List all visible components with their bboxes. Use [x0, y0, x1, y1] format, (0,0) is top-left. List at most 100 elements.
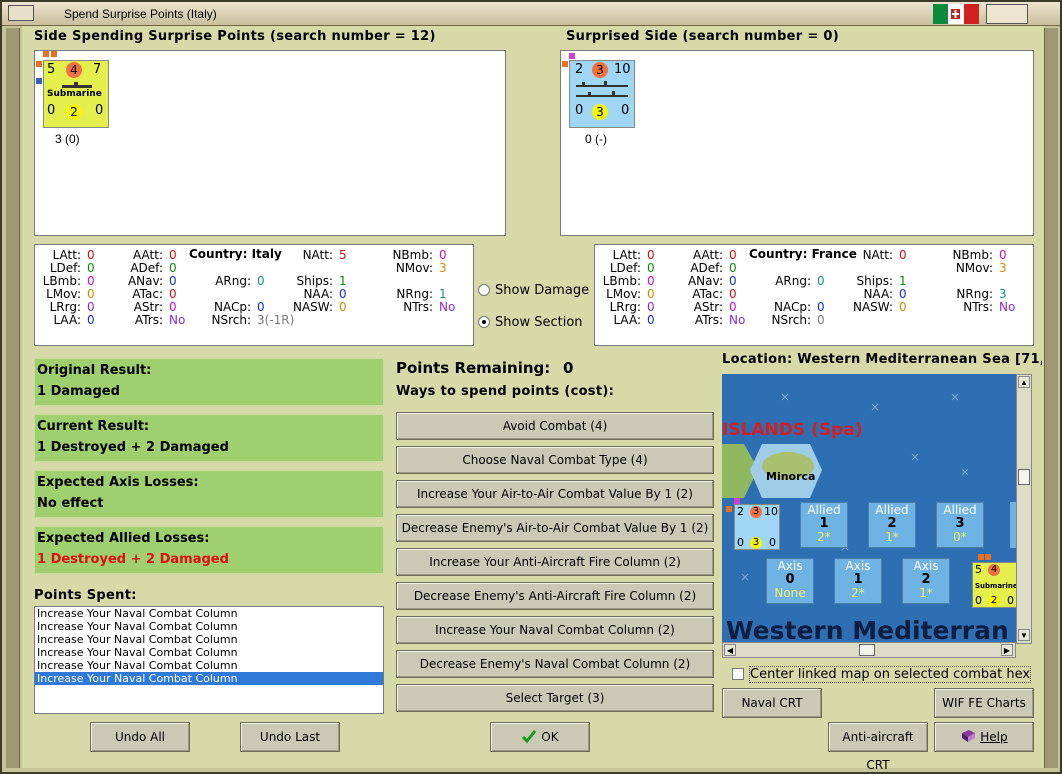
france-naval-unit-counter[interactable]: 2 3 10 0 3 0 — [569, 60, 635, 128]
stat-value: 0 — [87, 274, 95, 288]
allied-target-box[interactable]: Allied 1 2* — [800, 502, 848, 548]
system-menu-button[interactable] — [8, 5, 34, 21]
map-vertical-scrollbar[interactable]: ▲ ▼ — [1016, 374, 1032, 644]
title-bar: Spend Surprise Points (Italy) — [2, 2, 1060, 26]
spend-option-button[interactable]: Decrease Enemy's Naval Combat Column (2) — [396, 650, 714, 678]
stat-key: LRrg: — [49, 300, 81, 314]
show-damage-radio[interactable]: Show Damage — [478, 282, 590, 300]
map-unit-stat-3: 0 — [1007, 594, 1014, 607]
map-submarine-unit[interactable]: 5 4 Submarine 0 2 0 — [972, 562, 1016, 608]
undo-last-button[interactable]: Undo Last — [240, 722, 340, 752]
submarine-unit-counter[interactable]: 5 4 7 Submarine 0 2 0 — [43, 60, 109, 128]
stat-value: 0 — [339, 287, 347, 301]
minorca-label: Minorca — [766, 470, 816, 483]
marker-icon — [985, 554, 991, 560]
anti-aircraft-crt-button[interactable]: Anti-aircraft CRT — [828, 722, 928, 772]
content-area: Side Spending Surprise Points (search nu… — [22, 26, 1044, 772]
spent-list-item[interactable]: Increase Your Naval Combat Column — [35, 620, 383, 633]
box-side: Allied — [807, 503, 841, 517]
axis-target-box[interactable]: Axis 0 None — [766, 558, 814, 604]
spend-option-button[interactable]: Avoid Combat (4) — [396, 412, 714, 440]
spending-side-units-panel[interactable]: 5 4 7 Submarine 0 2 0 3 (0) — [34, 50, 506, 236]
scroll-left-icon[interactable]: ◀ — [724, 644, 736, 656]
allied-target-box[interactable]: Allied 3 0* — [936, 502, 984, 548]
map-horizontal-scrollbar[interactable]: ◀ ▶ — [722, 642, 1016, 658]
ok-button[interactable]: OK — [490, 722, 590, 752]
allied-target-box[interactable]: Allied 2 1* — [868, 502, 916, 548]
unit-circle-value: 3 — [592, 62, 608, 78]
scroll-thumb[interactable] — [859, 644, 875, 656]
stat-value: 0 — [87, 313, 95, 327]
stat-value: 0 — [87, 300, 95, 314]
window-title: Spend Surprise Points (Italy) — [64, 7, 217, 21]
stat-value: 0 — [729, 287, 737, 301]
stat-key: Ships: — [856, 274, 893, 288]
stat-key: LMov: — [46, 287, 81, 301]
naval-crt-button[interactable]: Naval CRT — [722, 688, 822, 718]
axis-target-box[interactable]: Axis 2 1* — [902, 558, 950, 604]
center-map-checkbox[interactable]: Center linked map on selected combat hex — [732, 666, 1034, 684]
points-spent-list[interactable]: Increase Your Naval Combat Column Increas… — [34, 606, 384, 714]
undo-all-button[interactable]: Undo All — [90, 722, 190, 752]
allied-losses-label: Expected Allied Losses: — [37, 531, 210, 546]
current-result-box: Current Result: 1 Destroyed + 2 Damaged — [34, 414, 384, 462]
spend-option-button[interactable]: Increase Your Air-to-Air Combat Value By… — [396, 480, 714, 508]
unit-attack: 5 — [47, 62, 56, 77]
dialog-window: Spend Surprise Points (Italy) Side Spend… — [0, 0, 1062, 774]
unit-attack: 2 — [575, 62, 584, 77]
scroll-up-icon[interactable]: ▲ — [1018, 376, 1030, 388]
spent-list-item[interactable]: Increase Your Naval Combat Column — [35, 672, 383, 685]
spent-list-item[interactable]: Increase Your Naval Combat Column — [35, 607, 383, 620]
spent-list-item[interactable]: Increase Your Naval Combat Column — [35, 633, 383, 646]
scroll-thumb[interactable] — [1018, 469, 1030, 485]
stat-key: AAtt: — [693, 248, 723, 262]
box-number: 2 — [921, 572, 931, 587]
spending-side-heading: Side Spending Surprise Points (search nu… — [34, 29, 436, 44]
stat-value: 1 — [899, 274, 907, 288]
stat-value: 0 — [647, 248, 655, 262]
ok-label: OK — [541, 730, 559, 744]
stat-key: LDef: — [609, 261, 641, 275]
stat-value: 0 — [647, 313, 655, 327]
stat-value: 0 — [899, 300, 907, 314]
linked-map-view[interactable]: ISLANDS (Spa) Minorca 2 3 10 0 3 0 Allie… — [722, 374, 1016, 644]
stat-value: 0 — [257, 300, 265, 314]
points-remaining-value: 0 — [563, 359, 574, 377]
wif-fe-charts-button[interactable]: WIF FE Charts — [934, 688, 1034, 718]
map-france-unit[interactable]: 2 3 10 0 3 0 — [734, 504, 780, 550]
scroll-down-icon[interactable]: ▼ — [1018, 629, 1030, 641]
stat-key: ARng: — [775, 274, 811, 288]
stat-value: 0 — [87, 261, 95, 275]
stat-value: 0 — [817, 313, 825, 327]
stat-value: 0 — [729, 248, 737, 262]
spend-option-button[interactable]: Decrease Enemy's Air-to-Air Combat Value… — [396, 514, 714, 542]
stat-value: 0 — [647, 261, 655, 275]
title-bar-button[interactable] — [986, 4, 1028, 24]
surprised-side-units-panel[interactable]: 2 3 10 0 3 0 0 (-) — [560, 50, 1034, 236]
scroll-right-icon[interactable]: ▶ — [1001, 644, 1013, 656]
stat-key: ARng: — [215, 274, 251, 288]
box-sub: 1* — [919, 586, 933, 600]
marker-icon — [36, 78, 42, 84]
stat-key: ATac: — [692, 287, 723, 301]
stat-value: No — [999, 300, 1016, 314]
stat-value: 0 — [647, 287, 655, 301]
axis-target-box[interactable]: Axis 1 2* — [834, 558, 882, 604]
axis-losses-box: Expected Axis Losses: No effect — [34, 470, 384, 518]
spent-list-item[interactable]: Increase Your Naval Combat Column — [35, 646, 383, 659]
spend-option-button[interactable]: Choose Naval Combat Type (4) — [396, 446, 714, 474]
help-button[interactable]: Help — [934, 722, 1034, 752]
spent-list-item[interactable]: Increase Your Naval Combat Column — [35, 659, 383, 672]
stat-value: 0 — [87, 287, 95, 301]
unit-stat-2: 2 — [66, 104, 82, 120]
spend-option-button[interactable]: Decrease Enemy's Anti-Aircraft Fire Colu… — [396, 582, 714, 610]
map-unit-stat-1: 0 — [737, 536, 744, 549]
show-section-radio[interactable]: Show Section — [478, 314, 590, 332]
stat-value: 3(-1R) — [257, 313, 295, 327]
current-result-value: 1 Destroyed + 2 Damaged — [37, 440, 229, 455]
map-unit-stat-2: 2 — [988, 595, 1000, 607]
spend-option-button[interactable]: Select Target (3) — [396, 684, 714, 712]
stat-value: 3 — [999, 287, 1007, 301]
spend-option-button[interactable]: Increase Your Anti-Aircraft Fire Column … — [396, 548, 714, 576]
spend-option-button[interactable]: Increase Your Naval Combat Column (2) — [396, 616, 714, 644]
